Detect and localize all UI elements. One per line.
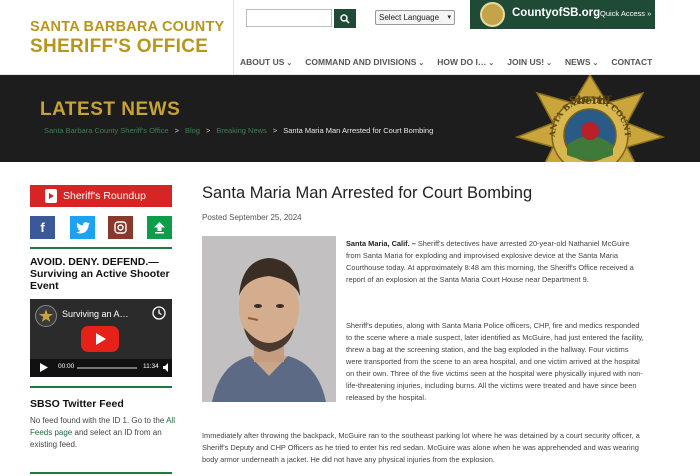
watch-later-icon[interactable]: [152, 306, 166, 320]
nav-about-us[interactable]: ABOUT US ⌄: [240, 57, 292, 67]
chevron-down-icon: ⌄: [592, 60, 599, 67]
sheriffs-roundup-button[interactable]: Sheriff's Roundup: [30, 185, 172, 207]
suspect-photo: [202, 236, 336, 402]
page-title: LATEST NEWS: [40, 99, 181, 120]
share-icon[interactable]: [147, 216, 172, 239]
video-progress-track[interactable]: [77, 367, 137, 369]
breadcrumb-blog[interactable]: Blog: [185, 126, 200, 135]
video-player[interactable]: Surviving an A… 00:00 11:34: [30, 299, 172, 377]
twitter-bird-icon: [75, 221, 90, 233]
star-icon: [39, 309, 53, 322]
nav-news[interactable]: NEWS ⌄: [565, 57, 598, 67]
video-title[interactable]: Surviving an A…: [62, 309, 129, 319]
video-time-current: 00:00: [58, 363, 75, 370]
county-site-link[interactable]: CountyofSB.org: [512, 7, 600, 19]
logo-line2[interactable]: SHERIFF'S OFFICE: [30, 37, 224, 56]
logo-line1[interactable]: SANTA BARBARA COUNTY: [30, 20, 224, 35]
nav-label: HOW DO I…: [437, 57, 487, 67]
nav-join-us[interactable]: JOIN US! ⌄: [507, 57, 552, 67]
sidebar-divider: [30, 472, 172, 474]
twitter-feed-message: No feed found with the ID 1. Go to the A…: [30, 415, 178, 451]
channel-logo-icon: [35, 305, 57, 327]
nav-label: NEWS: [564, 57, 591, 67]
search-button[interactable]: [334, 9, 356, 28]
camera-icon: [114, 221, 127, 234]
language-select-label: Select Language: [379, 13, 440, 22]
article-date: Posted September 25, 2024: [202, 213, 302, 222]
article-paragraph-1: Santa Maria, Calif. – Sheriff's detectiv…: [346, 238, 646, 286]
breadcrumb-home[interactable]: Santa Barbara County Sheriff's Office: [44, 126, 169, 135]
county-seal-icon: [480, 2, 505, 27]
county-link-bar[interactable]: CountyofSB.org Quick Access »: [470, 0, 655, 29]
breadcrumb-current: Santa Maria Man Arrested for Court Bombi…: [283, 126, 434, 135]
active-shooter-heading: AVOID. DENY. DEFEND.— Surviving an Activ…: [30, 256, 170, 292]
breadcrumb-separator: >: [272, 126, 278, 135]
breadcrumb-separator: >: [174, 126, 179, 135]
search-icon: [340, 13, 350, 24]
nav-label: CONTACT: [611, 57, 653, 67]
breadcrumb: Santa Barbara County Sheriff's Office > Bl…: [44, 126, 433, 135]
search-input[interactable]: [246, 9, 332, 27]
sidebar-divider: [30, 386, 172, 388]
page-banner: LATEST NEWS Santa Barbara County Sheriff…: [0, 75, 700, 162]
sheriff-badge-icon: Sheriff SANTA BARBARA COUNTY: [515, 75, 665, 162]
play-button[interactable]: [81, 326, 119, 352]
chevron-down-icon: ⌄: [286, 60, 293, 67]
twitter-text: No feed found with the ID 1. Go to the: [30, 416, 167, 425]
chevron-down-icon: ⌄: [546, 60, 552, 67]
article-dateline: Santa Maria, Calif. –: [346, 239, 416, 248]
roundup-label: Sheriff's Roundup: [63, 190, 146, 202]
article-paragraph-2: Sheriff's deputies, along with Santa Mar…: [346, 321, 644, 402]
chevron-down-icon: ⌄: [488, 60, 495, 67]
header-divider: [233, 0, 234, 75]
play-icon: [96, 333, 106, 345]
play-small-icon[interactable]: [40, 363, 48, 372]
twitter-icon[interactable]: [70, 216, 95, 239]
instagram-icon[interactable]: [108, 216, 133, 239]
upload-arrow-icon: [154, 222, 165, 234]
site-logo[interactable]: SANTA BARBARA COUNTY SHERIFF'S OFFICE: [30, 20, 224, 56]
chevron-down-icon: ▾: [447, 14, 451, 21]
site-header: SANTA BARBARA COUNTY SHERIFF'S OFFICE Se…: [0, 0, 700, 75]
twitter-feed-heading: SBSO Twitter Feed: [30, 398, 124, 410]
nav-how-do-i[interactable]: HOW DO I… ⌄: [437, 57, 494, 67]
video-time-total: 11:34: [143, 363, 159, 370]
volume-icon[interactable]: [163, 363, 171, 372]
main-nav: ABOUT US ⌄ COMMAND AND DIVISIONS ⌄ HOW DO …: [240, 57, 665, 67]
nav-command-divisions[interactable]: COMMAND AND DIVISIONS ⌄: [305, 57, 424, 67]
article-title: Santa Maria Man Arrested for Court Bombi…: [202, 184, 533, 202]
breadcrumb-separator: >: [205, 126, 211, 135]
quick-access-link[interactable]: Quick Access »: [600, 9, 651, 18]
nav-label: JOIN US!: [507, 57, 545, 67]
nav-label: ABOUT US: [240, 57, 285, 67]
language-select[interactable]: Select Language ▾: [375, 10, 455, 25]
youtube-icon: [45, 189, 57, 203]
chevron-down-icon: ⌄: [418, 60, 425, 67]
sidebar-divider: [30, 247, 172, 249]
article-paragraph-3: Immediately after throwing the backpack,…: [202, 431, 640, 464]
breadcrumb-breaking-news[interactable]: Breaking News: [216, 126, 266, 135]
nav-label: COMMAND AND DIVISIONS: [305, 57, 417, 67]
nav-contact[interactable]: CONTACT: [611, 57, 652, 67]
facebook-icon[interactable]: f: [30, 216, 55, 239]
